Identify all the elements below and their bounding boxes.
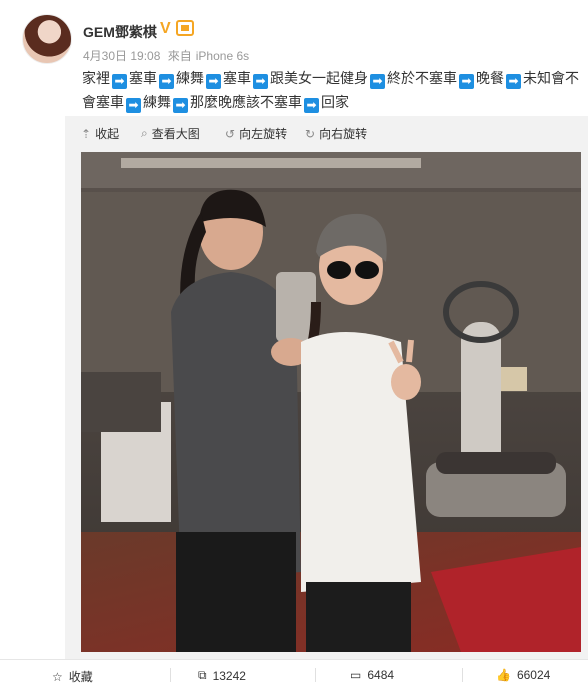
post-action-bar: ☆ 收藏 ⧉ 13242 ▭ 6484 👍 66024 xyxy=(0,659,588,688)
divider xyxy=(462,668,463,682)
post-text: 家裡 ➡ 塞車 ➡ 練舞 ➡ 塞車 ➡ 跟美女一起健身 ➡ 終於不塞車 ➡ 晚餐 ➡ 未知會不會塞車 ➡ 練舞 ➡… xyxy=(82,66,582,114)
arrow-icon: ➡ xyxy=(506,74,521,89)
like-count: 66024 xyxy=(516,668,551,682)
post-segment: 終於不塞車 xyxy=(387,70,457,86)
post-segment: 塞車 xyxy=(129,70,157,86)
post-header: GEM鄧紫棋 V 4月30日 19:08 來自 iPhone 6s 家裡 ➡ 塞車 ➡ 練… xyxy=(0,0,588,115)
search-icon: ⌕ xyxy=(141,126,148,140)
arrow-icon: ➡ xyxy=(253,74,268,89)
post-segment: 練舞 xyxy=(143,94,171,110)
post-date[interactable]: 4月30日 19:08 xyxy=(83,49,160,63)
thumbs-up-icon: 👍 xyxy=(496,668,511,682)
comment-count: 6484 xyxy=(367,668,395,682)
post-segment: 那麼晚應該不塞車 xyxy=(190,94,302,110)
star-icon: ☆ xyxy=(52,669,63,684)
repost-button[interactable]: ⧉ 13242 xyxy=(198,668,246,683)
post-meta: 4月30日 19:08 來自 iPhone 6s xyxy=(83,47,253,64)
rotate-right-button[interactable]: ↻ 向右旋转 xyxy=(305,125,367,142)
source-prefix: 來自 xyxy=(167,49,192,63)
post-segment: 回家 xyxy=(321,94,349,110)
rotate-left-button[interactable]: ↺ 向左旋转 xyxy=(225,125,287,142)
view-large-label: 查看大图 xyxy=(151,127,200,141)
collapse-button[interactable]: ⇡ 收起 xyxy=(81,125,119,142)
post-segment: 塞車 xyxy=(223,70,251,86)
favorite-label: 收藏 xyxy=(68,670,93,684)
favorite-button[interactable]: ☆ 收藏 xyxy=(52,668,93,685)
repost-icon: ⧉ xyxy=(198,668,207,682)
post-source[interactable]: iPhone 6s xyxy=(196,49,249,63)
arrow-icon: ➡ xyxy=(173,98,188,113)
photo-illustration xyxy=(81,152,581,652)
media-toolbar: ⇡ 收起 ⌕ 查看大图 ↺ 向左旋转 ↻ 向右旋转 xyxy=(65,116,588,148)
verified-icon: V xyxy=(160,20,171,37)
arrow-icon: ➡ xyxy=(206,74,221,89)
arrow-icon: ➡ xyxy=(112,74,127,89)
member-badge-icon xyxy=(176,20,194,36)
arrow-icon: ➡ xyxy=(304,98,319,113)
username[interactable]: GEM鄧紫棋 xyxy=(83,22,157,42)
view-large-button[interactable]: ⌕ 查看大图 xyxy=(141,125,200,142)
arrow-icon: ➡ xyxy=(459,74,474,89)
post-segment: 練舞 xyxy=(176,70,204,86)
comment-icon: ▭ xyxy=(350,668,362,682)
avatar[interactable] xyxy=(22,14,72,64)
divider xyxy=(170,668,171,682)
post-segment: 跟美女一起健身 xyxy=(270,70,368,86)
media-expanded: ⇡ 收起 ⌕ 查看大图 ↺ 向左旋转 ↻ 向右旋转 xyxy=(65,116,588,659)
post-segment: 晚餐 xyxy=(476,70,504,86)
repost-count: 13242 xyxy=(212,668,246,683)
divider xyxy=(315,668,316,682)
collapse-icon: ⇡ xyxy=(81,126,92,141)
rotate-right-icon: ↻ xyxy=(305,126,316,141)
rotate-left-label: 向左旋转 xyxy=(239,127,288,141)
post-segment: 家裡 xyxy=(82,70,110,86)
comment-button[interactable]: ▭ 6484 xyxy=(350,668,394,682)
like-button[interactable]: 👍 66024 xyxy=(496,668,550,682)
arrow-icon: ➡ xyxy=(159,74,174,89)
arrow-icon: ➡ xyxy=(126,98,141,113)
rotate-right-label: 向右旋转 xyxy=(319,127,368,141)
rotate-left-icon: ↺ xyxy=(225,126,236,141)
arrow-icon: ➡ xyxy=(370,74,385,89)
collapse-label: 收起 xyxy=(95,127,120,141)
post-photo[interactable] xyxy=(81,152,581,652)
